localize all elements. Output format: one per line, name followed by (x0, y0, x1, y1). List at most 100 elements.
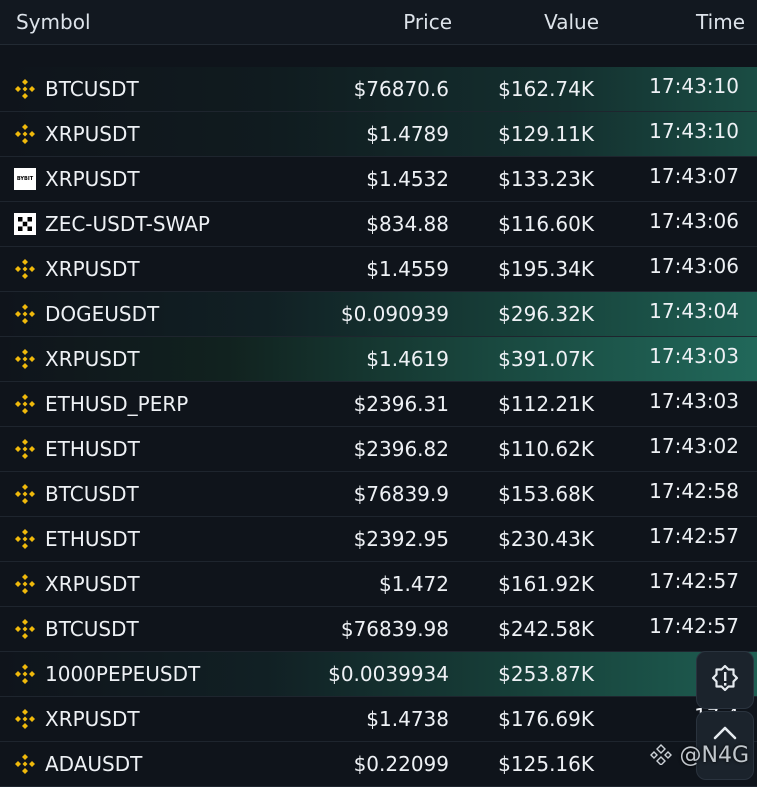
binance-logo-icon (14, 483, 36, 505)
price-cell: $76839.9 (353, 482, 449, 506)
table-row[interactable]: BYBIT XRPUSDT $1.4532 $133.23K 17:43:07 (0, 157, 757, 202)
symbol-cell: ADAUSDT (45, 752, 143, 776)
table-header: Symbol Price Value Time (0, 0, 757, 45)
price-cell: $1.472 (379, 572, 449, 596)
alert-help-icon (711, 664, 739, 692)
binance-logo-icon (14, 258, 36, 280)
table-row[interactable]: ETHUSD_PERP $2396.31 $112.21K 17:43:03 (0, 382, 757, 427)
symbol-cell: ZEC-USDT-SWAP (45, 212, 210, 236)
price-cell: $1.4559 (366, 257, 449, 281)
time-cell: 17:42:57 (649, 524, 739, 548)
table-row[interactable]: XRPUSDT $1.472 $161.92K 17:42:57 (0, 562, 757, 607)
symbol-cell: 1000PEPEUSDT (45, 662, 201, 686)
binance-logo-icon (14, 618, 36, 640)
time-cell: 17:43:07 (649, 164, 739, 188)
watermark: @N4G (650, 743, 749, 768)
price-cell: $2396.31 (353, 392, 449, 416)
table-row[interactable]: ETHUSDT $2396.82 $110.62K 17:43:02 (0, 427, 757, 472)
value-cell: $195.34K (498, 257, 594, 281)
value-cell: $110.62K (498, 437, 594, 461)
price-cell: $834.88 (366, 212, 449, 236)
value-cell: $116.60K (498, 212, 594, 236)
table-row[interactable]: XRPUSDT $1.4619 $391.07K 17:43:03 (0, 337, 757, 382)
value-cell: $161.92K (498, 572, 594, 596)
price-cell: $1.4738 (366, 707, 449, 731)
help-button[interactable] (696, 651, 754, 709)
price-cell: $76839.98 (340, 617, 449, 641)
bybit-logo-icon: BYBIT (14, 168, 36, 190)
trades-table-body: BTCUSDT $76870.6 $162.74K 17:43:10 XRPUSDT $1… (0, 67, 757, 787)
binance-logo-icon (14, 303, 36, 325)
value-cell: $153.68K (498, 482, 594, 506)
time-cell: 17:43:10 (649, 119, 739, 143)
value-cell: $230.43K (498, 527, 594, 551)
value-cell: $391.07K (498, 347, 594, 371)
price-cell: $1.4789 (366, 122, 449, 146)
binance-logo-icon (14, 528, 36, 550)
time-cell: 17:42:57 (649, 569, 739, 593)
symbol-cell: BTCUSDT (45, 482, 139, 506)
table-row[interactable]: ADAUSDT$0.22099$125.16K17:4 (0, 742, 757, 787)
price-cell: $2396.82 (353, 437, 449, 461)
symbol-cell: ETHUSD_PERP (45, 392, 189, 416)
table-row[interactable]: XRPUSDT $1.4559 $195.34K 17:43:06 (0, 247, 757, 292)
time-cell: 17:43:10 (649, 74, 739, 98)
table-row[interactable]: BTCUSDT $76839.9 $153.68K 17:42:58 (0, 472, 757, 517)
binance-logo-icon (14, 393, 36, 415)
price-cell: $76870.6 (353, 77, 449, 101)
symbol-cell: ETHUSDT (45, 527, 140, 551)
value-cell: $296.32K (498, 302, 594, 326)
okx-logo-icon (14, 213, 36, 235)
table-row[interactable]: BTCUSDT $76839.98 $242.58K 17:42:57 (0, 607, 757, 652)
binance-logo-icon (14, 663, 36, 685)
table-row[interactable]: 1000PEPEUSDT$0.0039934$253.87K17:4 (0, 652, 757, 697)
table-row[interactable]: XRPUSDT$1.4738$176.69K17:4 (0, 697, 757, 742)
symbol-cell: XRPUSDT (45, 572, 140, 596)
binance-logo-icon (14, 348, 36, 370)
time-cell: 17:43:02 (649, 434, 739, 458)
value-cell: $133.23K (498, 167, 594, 191)
symbol-cell: BTCUSDT (45, 77, 139, 101)
symbol-cell: XRPUSDT (45, 122, 140, 146)
symbol-cell: XRPUSDT (45, 167, 140, 191)
symbol-cell: XRPUSDT (45, 707, 140, 731)
binance-logo-icon (14, 573, 36, 595)
column-header-price[interactable]: Price (403, 10, 452, 34)
time-cell: 17:43:03 (649, 344, 739, 368)
header-spacer (0, 45, 757, 68)
symbol-cell: XRPUSDT (45, 347, 140, 371)
value-cell: $125.16K (498, 752, 594, 776)
time-cell: 17:43:06 (649, 209, 739, 233)
binance-logo-icon (14, 78, 36, 100)
value-cell: $253.87K (498, 662, 594, 686)
table-row[interactable]: DOGEUSDT $0.090939 $296.32K 17:43:04 (0, 292, 757, 337)
price-cell: $1.4532 (366, 167, 449, 191)
time-cell: 17:43:06 (649, 254, 739, 278)
column-header-symbol[interactable]: Symbol (16, 10, 91, 34)
time-cell: 17:43:03 (649, 389, 739, 413)
price-cell: $2392.95 (353, 527, 449, 551)
table-row[interactable]: ETHUSDT $2392.95 $230.43K 17:42:57 (0, 517, 757, 562)
price-cell: $0.22099 (353, 752, 449, 776)
symbol-cell: BTCUSDT (45, 617, 139, 641)
value-cell: $242.58K (498, 617, 594, 641)
value-cell: $176.69K (498, 707, 594, 731)
time-cell: 17:42:58 (649, 479, 739, 503)
table-row[interactable]: BTCUSDT $76870.6 $162.74K 17:43:10 (0, 67, 757, 112)
time-cell: 17:43:04 (649, 299, 739, 323)
value-cell: $112.21K (498, 392, 594, 416)
binance-logo-icon (14, 753, 36, 775)
value-cell: $162.74K (498, 77, 594, 101)
binance-logo-icon (14, 708, 36, 730)
symbol-cell: ETHUSDT (45, 437, 140, 461)
watermark-text: @N4G (679, 743, 749, 768)
table-row[interactable]: XRPUSDT $1.4789 $129.11K 17:43:10 (0, 112, 757, 157)
price-cell: $0.090939 (340, 302, 449, 326)
price-cell: $0.0039934 (328, 662, 449, 686)
column-header-value[interactable]: Value (544, 10, 599, 34)
binance-logo-icon (14, 123, 36, 145)
table-row[interactable]: ZEC-USDT-SWAP $834.88 $116.60K 17:43:06 (0, 202, 757, 247)
column-header-time[interactable]: Time (696, 10, 745, 34)
symbol-cell: DOGEUSDT (45, 302, 160, 326)
symbol-cell: XRPUSDT (45, 257, 140, 281)
